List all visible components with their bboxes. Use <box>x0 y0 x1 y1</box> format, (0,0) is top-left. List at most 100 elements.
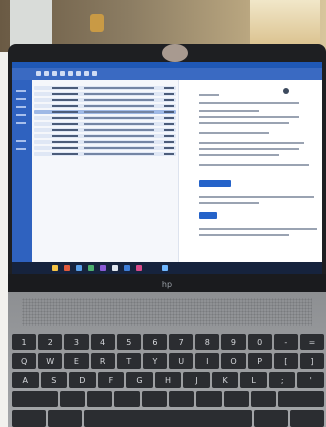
message-row[interactable] <box>34 152 176 156</box>
key[interactable] <box>223 391 250 407</box>
key[interactable]: G <box>126 372 153 388</box>
key[interactable]: W <box>38 353 63 369</box>
taskbar-app-icon[interactable] <box>64 265 70 271</box>
message-row[interactable] <box>34 104 176 108</box>
key[interactable] <box>290 410 325 427</box>
folder-item[interactable] <box>16 140 26 142</box>
toolbar-icon[interactable] <box>76 71 81 76</box>
key[interactable] <box>12 391 58 407</box>
text-line <box>199 202 259 204</box>
key[interactable]: 1 <box>12 334 37 350</box>
key[interactable]: R <box>90 353 115 369</box>
message-row[interactable] <box>34 92 176 96</box>
key[interactable]: 5 <box>116 334 141 350</box>
action-button[interactable] <box>199 180 231 187</box>
key[interactable]: Q <box>12 353 37 369</box>
key[interactable] <box>47 410 82 427</box>
toolbar-icon[interactable] <box>36 71 41 76</box>
message-row-selected[interactable] <box>34 110 176 114</box>
key[interactable] <box>12 410 46 427</box>
key[interactable] <box>141 391 167 407</box>
taskbar-app-icon[interactable] <box>124 265 130 271</box>
taskbar-app-icon[interactable] <box>88 265 94 271</box>
taskbar-app-icon[interactable] <box>162 265 168 271</box>
key[interactable]: U <box>169 353 194 369</box>
key[interactable]: I <box>195 353 220 369</box>
key[interactable]: = <box>299 334 325 350</box>
key[interactable]: P <box>247 353 272 369</box>
key[interactable]: - <box>273 334 298 350</box>
key[interactable] <box>114 391 140 407</box>
key[interactable]: O <box>221 353 246 369</box>
key[interactable]: J <box>183 372 210 388</box>
action-button[interactable] <box>199 212 217 219</box>
toolbar-icon[interactable] <box>44 71 49 76</box>
key-row-space <box>12 410 325 427</box>
key[interactable]: E <box>64 353 89 369</box>
key[interactable]: 2 <box>38 334 63 350</box>
taskbar-app-icon[interactable] <box>136 265 142 271</box>
taskbar-app-icon[interactable] <box>100 265 106 271</box>
key[interactable]: A <box>12 372 39 388</box>
text-line <box>199 142 304 144</box>
key[interactable] <box>86 391 113 407</box>
text-line <box>199 154 279 156</box>
toolbar-icon[interactable] <box>60 71 65 76</box>
speaker-grille <box>22 298 312 326</box>
key[interactable]: L <box>240 372 267 388</box>
key[interactable] <box>251 391 277 407</box>
folder-item[interactable] <box>16 122 26 124</box>
key[interactable]: Y <box>142 353 168 369</box>
taskbar-app-icon[interactable] <box>112 265 118 271</box>
key[interactable]: 9 <box>221 334 246 350</box>
folder-item[interactable] <box>16 98 26 100</box>
key[interactable]: [ <box>273 353 298 369</box>
text-line <box>199 164 309 166</box>
key[interactable] <box>196 391 222 407</box>
toolbar-icon[interactable] <box>52 71 57 76</box>
key[interactable]: 6 <box>142 334 168 350</box>
key[interactable]: 3 <box>64 334 89 350</box>
message-row[interactable] <box>34 134 176 138</box>
key[interactable]: 7 <box>169 334 194 350</box>
key[interactable]: H <box>154 372 182 388</box>
folder-item[interactable] <box>16 148 26 150</box>
message-row[interactable] <box>34 86 176 90</box>
message-row[interactable] <box>34 122 176 126</box>
key[interactable]: D <box>69 372 96 388</box>
key-row-top: Q W E R T Y U I O P[] <box>12 353 325 369</box>
text-line <box>199 148 299 150</box>
key[interactable]: ] <box>299 353 325 369</box>
key[interactable]: F <box>97 372 125 388</box>
folder-item[interactable] <box>16 114 26 116</box>
toolbar-icon[interactable] <box>84 71 89 76</box>
key[interactable]: 0 <box>247 334 272 350</box>
key-row-home: A S D F G H J K L; ' <box>12 372 325 388</box>
taskbar-app-icon[interactable] <box>76 265 82 271</box>
key[interactable]: 8 <box>195 334 220 350</box>
message-row[interactable] <box>34 128 176 132</box>
message-row[interactable] <box>34 146 176 150</box>
message-row[interactable] <box>34 116 176 120</box>
key[interactable]: K <box>211 372 239 388</box>
message-row[interactable] <box>34 98 176 102</box>
message-row[interactable] <box>34 140 176 144</box>
folder-item[interactable] <box>16 106 26 108</box>
toolbar-icon[interactable] <box>92 71 97 76</box>
key[interactable]: S <box>40 372 68 388</box>
key[interactable]: 4 <box>90 334 115 350</box>
spacebar-key[interactable] <box>83 410 253 427</box>
key[interactable] <box>169 391 195 407</box>
folder-item[interactable] <box>16 90 26 92</box>
text-line <box>199 132 269 134</box>
window <box>250 0 320 50</box>
key[interactable] <box>59 391 85 407</box>
key[interactable]: ; <box>268 372 296 388</box>
key[interactable]: T <box>116 353 141 369</box>
key[interactable]: ' <box>297 372 325 388</box>
key[interactable] <box>254 410 289 427</box>
toolbar-icon[interactable] <box>68 71 73 76</box>
laptop-screen <box>12 62 322 274</box>
key[interactable] <box>278 391 324 407</box>
taskbar-app-icon[interactable] <box>52 265 58 271</box>
